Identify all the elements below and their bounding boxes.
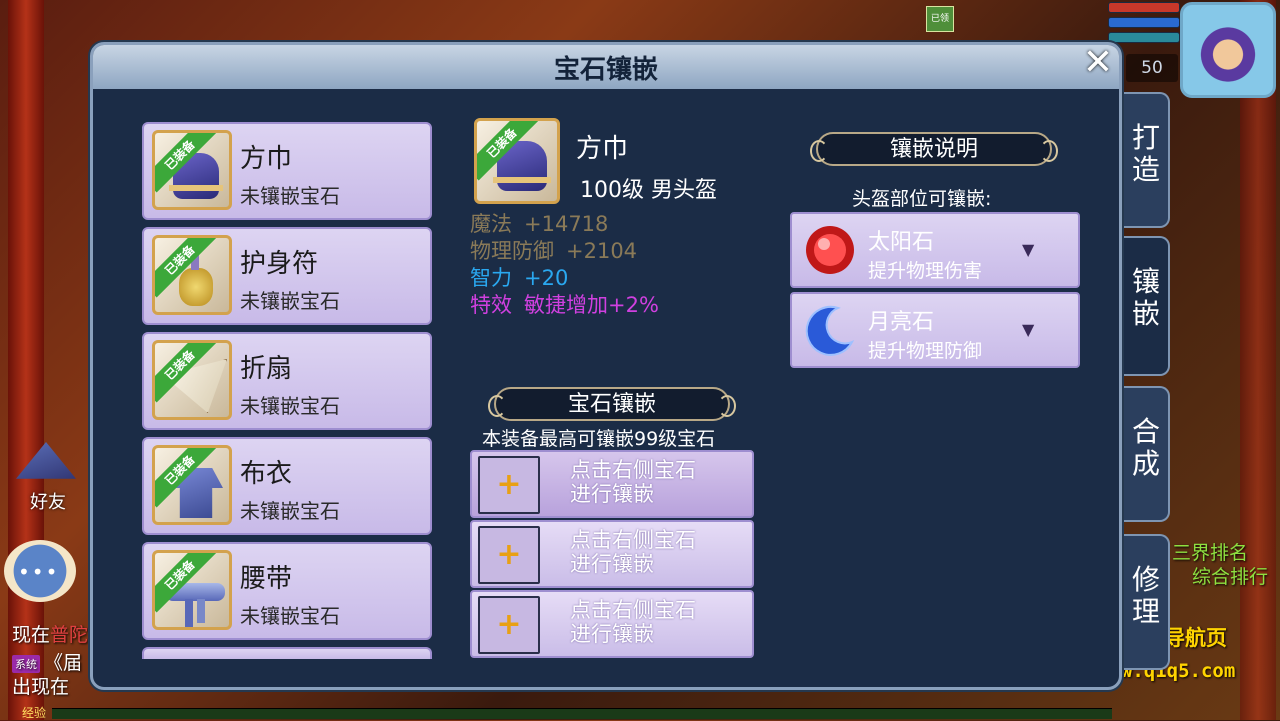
moon-stone-icon xyxy=(802,302,858,358)
dropdown-arrow-icon[interactable]: ▼ xyxy=(1022,320,1034,339)
equipment-item-hat[interactable]: 已装备 方巾 未镶嵌宝石 xyxy=(142,122,432,220)
slot-hint: 点击右侧宝石 进行镶嵌 xyxy=(570,528,696,576)
background-pillar xyxy=(1240,0,1276,720)
system-tag: 系统 xyxy=(12,654,40,673)
status-bars xyxy=(1108,2,1180,50)
equipment-status: 未镶嵌宝石 xyxy=(240,289,340,313)
player-level: 50 xyxy=(1126,54,1178,82)
embed-max-note: 本装备最高可镶嵌99级宝石 xyxy=(482,428,716,450)
instructions-header: 镶嵌说明 xyxy=(810,132,1058,166)
sun-stone-icon xyxy=(802,222,858,278)
gem-name: 月亮石 xyxy=(868,310,935,335)
stat-intelligence: 智力 +20 xyxy=(470,266,569,290)
chat-line: 出现在 xyxy=(12,676,70,698)
plus-icon: + xyxy=(478,596,540,654)
plus-icon: + xyxy=(478,456,540,514)
chat-dots-icon: ••• xyxy=(18,560,60,584)
amulet-icon: 已装备 xyxy=(152,235,232,315)
exp-label: 经验 xyxy=(22,706,47,720)
equipment-status: 未镶嵌宝石 xyxy=(240,604,340,628)
selected-hat-icon: 已装备 xyxy=(474,118,560,204)
equipment-name: 折扇 xyxy=(240,354,293,384)
chat-line: 现在普陀 xyxy=(12,624,89,646)
gem-item-moon-stone[interactable]: 月亮石 提升物理防御 ▼ xyxy=(790,292,1080,368)
embed-header: 宝石镶嵌 xyxy=(488,387,736,421)
detail-level-type: 100级 男头盔 xyxy=(580,178,717,203)
tab-embed[interactable]: 镶嵌 xyxy=(1124,236,1170,376)
gem-desc: 提升物理伤害 xyxy=(868,260,983,282)
slot-hint: 点击右侧宝石 进行镶嵌 xyxy=(570,458,696,506)
equipment-item-fan[interactable]: 已装备 折扇 未镶嵌宝石 xyxy=(142,332,432,430)
equipment-name: 方巾 xyxy=(240,144,293,174)
gem-item-sun-stone[interactable]: 太阳石 提升物理伤害 ▼ xyxy=(790,212,1080,288)
equipment-item-amulet[interactable]: 已装备 护身符 未镶嵌宝石 xyxy=(142,227,432,325)
gem-slot-3[interactable]: + 点击右侧宝石 进行镶嵌 xyxy=(470,590,754,658)
activity-icon[interactable]: 已领 xyxy=(926,6,954,32)
mp-bar xyxy=(1108,17,1180,28)
friend-label[interactable]: 好友 xyxy=(30,488,66,514)
close-button[interactable]: ✕ xyxy=(1078,44,1118,84)
ranking-subtitle[interactable]: 综合排行 xyxy=(1192,562,1268,589)
fan-icon: 已装备 xyxy=(152,340,232,420)
exp-bar xyxy=(52,708,1112,719)
stat-magic: 魔法 +14718 xyxy=(470,212,609,236)
equipment-item-robe[interactable]: 已装备 布衣 未镶嵌宝石 xyxy=(142,437,432,535)
hp-bar xyxy=(1108,2,1180,13)
robe-icon: 已装备 xyxy=(152,445,232,525)
background-pillar xyxy=(8,0,44,720)
panel-header: 宝石镶嵌 xyxy=(93,45,1119,89)
gem-desc: 提升物理防御 xyxy=(868,340,983,362)
gem-slot-1[interactable]: + 点击右侧宝石 进行镶嵌 xyxy=(470,450,754,518)
dropdown-arrow-icon[interactable]: ▼ xyxy=(1022,240,1034,259)
equipment-status: 未镶嵌宝石 xyxy=(240,394,340,418)
slot-hint: 点击右侧宝石 进行镶嵌 xyxy=(570,598,696,646)
equipment-status: 未镶嵌宝石 xyxy=(240,184,340,208)
equipment-item-partial[interactable] xyxy=(142,647,432,659)
tab-combine[interactable]: 合成 xyxy=(1124,386,1170,522)
plus-icon: + xyxy=(478,526,540,584)
equipment-name: 护身符 xyxy=(240,249,319,279)
detail-name: 方巾 xyxy=(576,134,629,164)
ranking-title[interactable]: 三界排名 xyxy=(1172,538,1248,565)
panel-title: 宝石镶嵌 xyxy=(553,55,658,85)
equipment-item-belt[interactable]: 已装备 腰带 未镶嵌宝石 xyxy=(142,542,432,640)
stat-special-effect: 特效 敏捷增加+2% xyxy=(470,293,659,317)
equipment-status: 未镶嵌宝石 xyxy=(240,499,340,523)
gem-name: 太阳石 xyxy=(868,230,935,255)
sp-bar xyxy=(1108,32,1180,43)
belt-icon: 已装备 xyxy=(152,550,232,630)
tab-forge[interactable]: 打造 xyxy=(1124,92,1170,228)
player-avatar[interactable] xyxy=(1180,2,1276,98)
gem-slot-2[interactable]: + 点击右侧宝石 进行镶嵌 xyxy=(470,520,754,588)
equipment-name: 布衣 xyxy=(240,459,293,489)
equipment-name: 腰带 xyxy=(240,564,293,594)
stat-phys-def: 物理防御 +2104 xyxy=(470,239,638,263)
hat-icon: 已装备 xyxy=(152,130,232,210)
chat-line: 系统 《届 xyxy=(12,648,82,675)
tab-repair[interactable]: 修理 xyxy=(1124,534,1170,670)
instructions-subtitle: 头盔部位可镶嵌: xyxy=(852,188,992,210)
